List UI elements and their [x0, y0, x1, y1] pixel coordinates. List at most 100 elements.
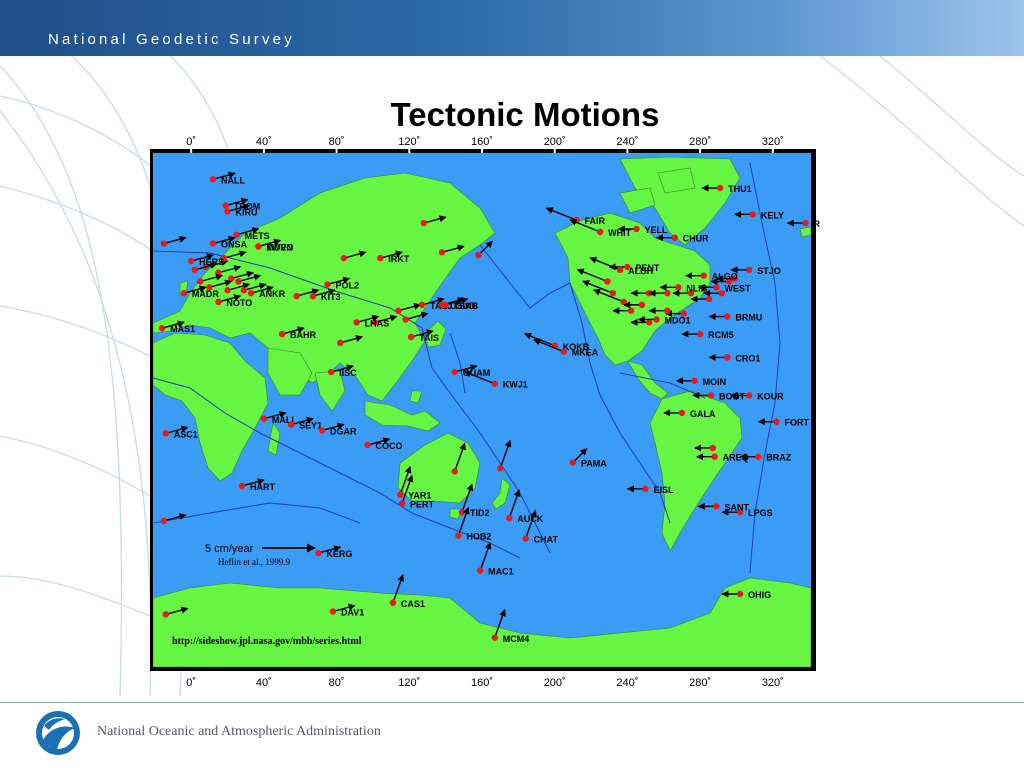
lon-tick-mark [262, 149, 265, 153]
longitude-ticks-bottom: 0˚ 40˚ 80˚ 120˚ 160˚ 200˚ 240˚ 280˚ 320˚ [186, 677, 784, 689]
scale-label: 5 cm/year [205, 543, 254, 555]
lon-tick-mark [553, 149, 556, 153]
station-label: YELL [645, 225, 669, 235]
station-marker [638, 301, 646, 309]
station-label: LHAS [365, 318, 390, 328]
station-marker [209, 176, 217, 183]
station-marker [713, 503, 720, 510]
station-marker [420, 219, 428, 227]
station-marker [707, 392, 715, 399]
station-marker [235, 278, 242, 285]
station-label: PERT [410, 499, 435, 509]
lon-tick-label-top: 160˚ [471, 136, 493, 148]
station-label: ANKR [259, 289, 285, 299]
lon-tick-label-top: 120˚ [398, 136, 420, 148]
lon-tick-label-top: 320˚ [762, 136, 784, 148]
station-marker [455, 532, 462, 539]
station-marker [773, 418, 780, 425]
lon-tick-label-bottom: 120˚ [398, 677, 420, 689]
station-label: NALL [221, 175, 245, 185]
station-marker [309, 292, 317, 300]
station-label: BAHR [290, 330, 316, 340]
station-marker [678, 409, 686, 417]
station-marker [451, 468, 458, 475]
lon-tick-label-bottom: 320˚ [762, 677, 784, 689]
station-label: OHIG [748, 590, 771, 600]
footer-divider [0, 702, 1024, 703]
station-marker [560, 348, 567, 355]
station-marker [491, 634, 498, 641]
station-marker [377, 254, 384, 262]
station-marker [340, 254, 348, 262]
station-marker [442, 301, 449, 309]
lon-tick-mark [771, 149, 774, 153]
station-marker [158, 325, 166, 332]
station-label: MKEA [572, 348, 599, 358]
station-label: CHAT [534, 535, 559, 545]
station-marker [458, 509, 466, 516]
lon-tick-mark [190, 149, 193, 153]
lon-tick-mark [335, 149, 338, 153]
station-label: TSKB [454, 301, 479, 311]
station-label: TAIS [419, 333, 439, 343]
station-label: MADR [192, 289, 219, 299]
station-marker [222, 202, 229, 209]
lon-tick-label-top: 200˚ [544, 136, 566, 148]
station-label: RCM5 [708, 330, 734, 340]
station-marker [180, 289, 188, 297]
station-label: GALA [690, 409, 716, 419]
station-marker [224, 208, 231, 215]
station-label: HART [250, 482, 275, 492]
station-label: FAIR [585, 216, 606, 226]
lon-tick-mark [481, 149, 483, 153]
station-label: IRKT [388, 254, 409, 264]
header-bar: National Geodetic Survey [0, 0, 1024, 56]
station-marker [713, 284, 720, 291]
source-url: http://sideshow.jpl.nasa.gov/mbh/series.… [172, 636, 362, 647]
lon-tick-label-bottom: 200˚ [544, 677, 566, 689]
lon-tick-label-bottom: 160˚ [471, 677, 493, 689]
station-marker [337, 339, 344, 347]
station-label: BOGT [719, 391, 746, 401]
station-label: MDVO [266, 242, 293, 252]
station-marker [724, 354, 731, 361]
station-label: KERG [326, 549, 352, 559]
station-marker [709, 444, 717, 452]
station-marker [696, 330, 704, 338]
station-marker [324, 281, 331, 288]
station-marker [451, 368, 458, 376]
station-label: PAMA [581, 459, 607, 469]
station-marker [569, 459, 577, 466]
station-marker [318, 427, 326, 434]
lon-tick-mark [408, 149, 411, 153]
station-label: KELY [761, 210, 784, 220]
station-label: IISC [339, 368, 357, 378]
lon-tick-label-bottom: 0˚ [186, 677, 196, 689]
station-label: THU1 [728, 184, 752, 194]
lon-tick-label-bottom: 40˚ [256, 677, 272, 689]
station-marker [522, 535, 529, 542]
lon-tick-mark [699, 149, 702, 153]
tectonic-motion-map: 0˚ 40˚ 80˚ 120˚ 160˚ 200˚ 240˚ 280˚ 320˚ 0˚ 40˚ 80… [150, 136, 820, 689]
station-marker [162, 430, 169, 437]
station-label: EISL [654, 485, 675, 495]
station-label: ONSA [221, 240, 248, 250]
station-marker [724, 313, 731, 320]
station-marker [691, 377, 698, 384]
station-marker [162, 611, 169, 618]
station-label: TID2 [470, 508, 490, 518]
lon-tick-label-top: 40˚ [256, 136, 272, 148]
station-label: KIT3 [321, 292, 341, 302]
station-marker [287, 421, 295, 428]
station-label: CAS1 [401, 599, 425, 609]
station-marker [215, 298, 222, 306]
station-label: NLIB [686, 283, 707, 293]
station-marker [745, 392, 753, 399]
station-marker [315, 549, 322, 557]
footer-agency-name: National Oceanic and Atmospheric Adminis… [97, 724, 381, 739]
station-marker [160, 517, 168, 525]
station-marker [716, 184, 724, 192]
station-label: POL2 [335, 280, 359, 290]
station-marker [627, 307, 635, 314]
station-marker [395, 307, 402, 314]
